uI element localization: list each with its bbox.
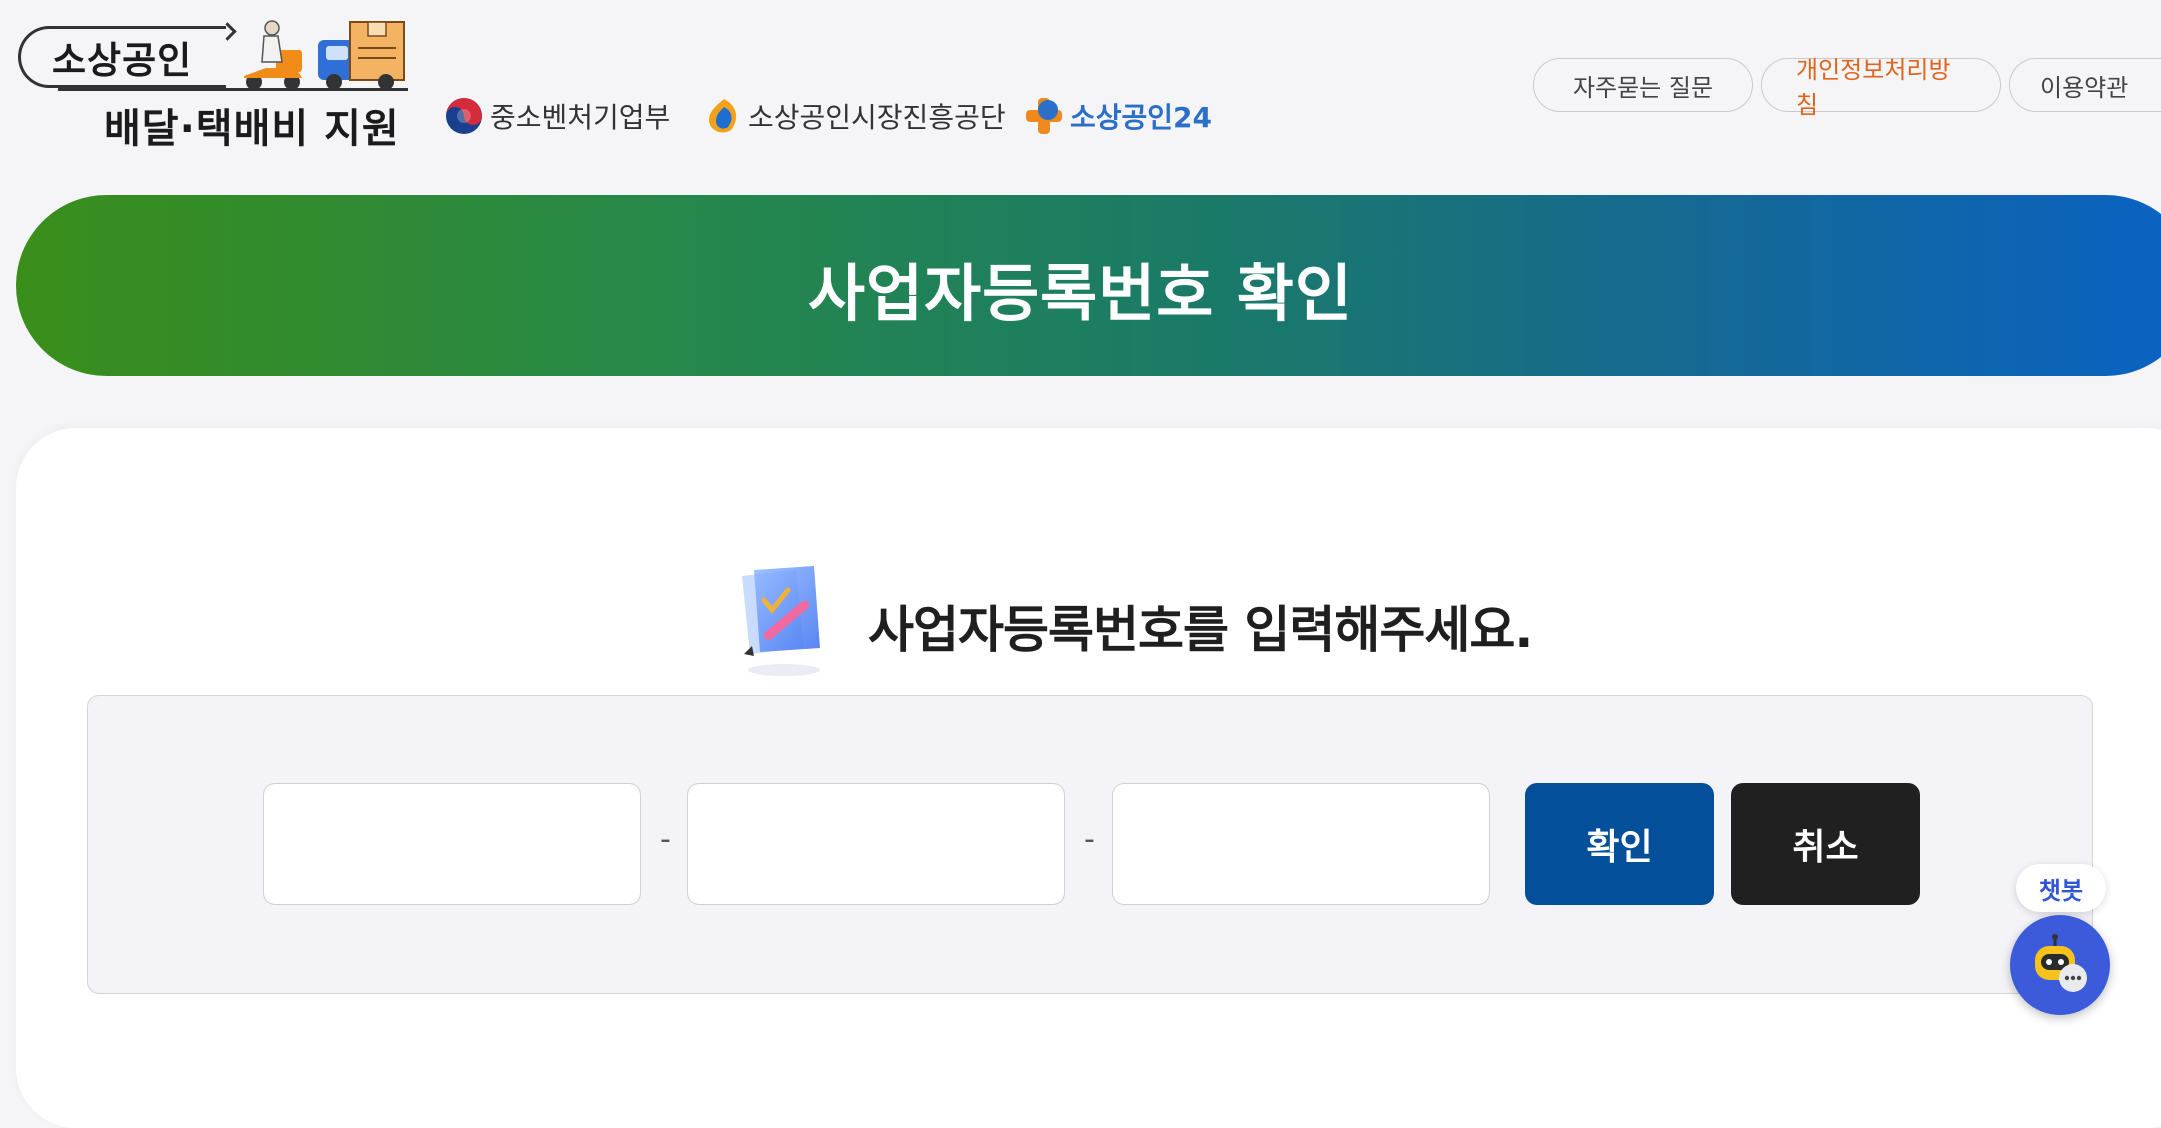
mss-name: 중소벤처기업부 xyxy=(490,101,671,134)
top-links: 자주묻는 질문 개인정보처리방침 이용약관 xyxy=(1533,56,2161,119)
terms-link[interactable]: 이용약관 xyxy=(2009,58,2161,112)
form-heading: 사업자등록번호를 입력해주세요. xyxy=(734,566,1533,678)
chatbot-label[interactable]: 챗봇 xyxy=(2016,864,2106,912)
cancel-button[interactable]: 취소 xyxy=(1731,783,1920,905)
semas-logo: 소상공인시장진흥공단 xyxy=(706,96,1006,136)
form-heading-text: 사업자등록번호를 입력해주세요. xyxy=(868,601,1533,659)
sb24-emblem-icon xyxy=(1026,98,1062,134)
taegeuk-icon xyxy=(446,98,482,134)
delivery-truck-icon xyxy=(244,20,405,90)
logo-text-bottom: 배달·택배비 지원 xyxy=(104,106,400,152)
semas-name: 소상공인시장진흥공단 xyxy=(748,101,1006,134)
chatbot-robot-icon xyxy=(2035,934,2087,992)
separator-dash: - xyxy=(1084,822,1095,857)
business-number-part3-input[interactable] xyxy=(1112,783,1490,905)
sb24-logo: 소상공인24 xyxy=(1024,96,1212,136)
mss-logo: 중소벤처기업부 xyxy=(444,96,670,136)
logo-text-top: 소상공인 xyxy=(52,39,193,82)
separator-dash: - xyxy=(660,822,671,857)
privacy-policy-link[interactable]: 개인정보처리방침 xyxy=(1761,56,2001,119)
document-pencil-icon xyxy=(742,566,820,676)
confirm-button[interactable]: 확인 xyxy=(1525,783,1714,905)
chatbot-button[interactable] xyxy=(2010,915,2110,1015)
sb24-name: 소상공인24 xyxy=(1070,101,1213,134)
business-number-part2-input[interactable] xyxy=(687,783,1065,905)
page-title: 사업자등록번호 확인 xyxy=(808,257,1353,330)
faq-link[interactable]: 자주묻는 질문 xyxy=(1533,58,1753,112)
business-number-part1-input[interactable] xyxy=(263,783,641,905)
semas-emblem-icon xyxy=(708,99,737,133)
